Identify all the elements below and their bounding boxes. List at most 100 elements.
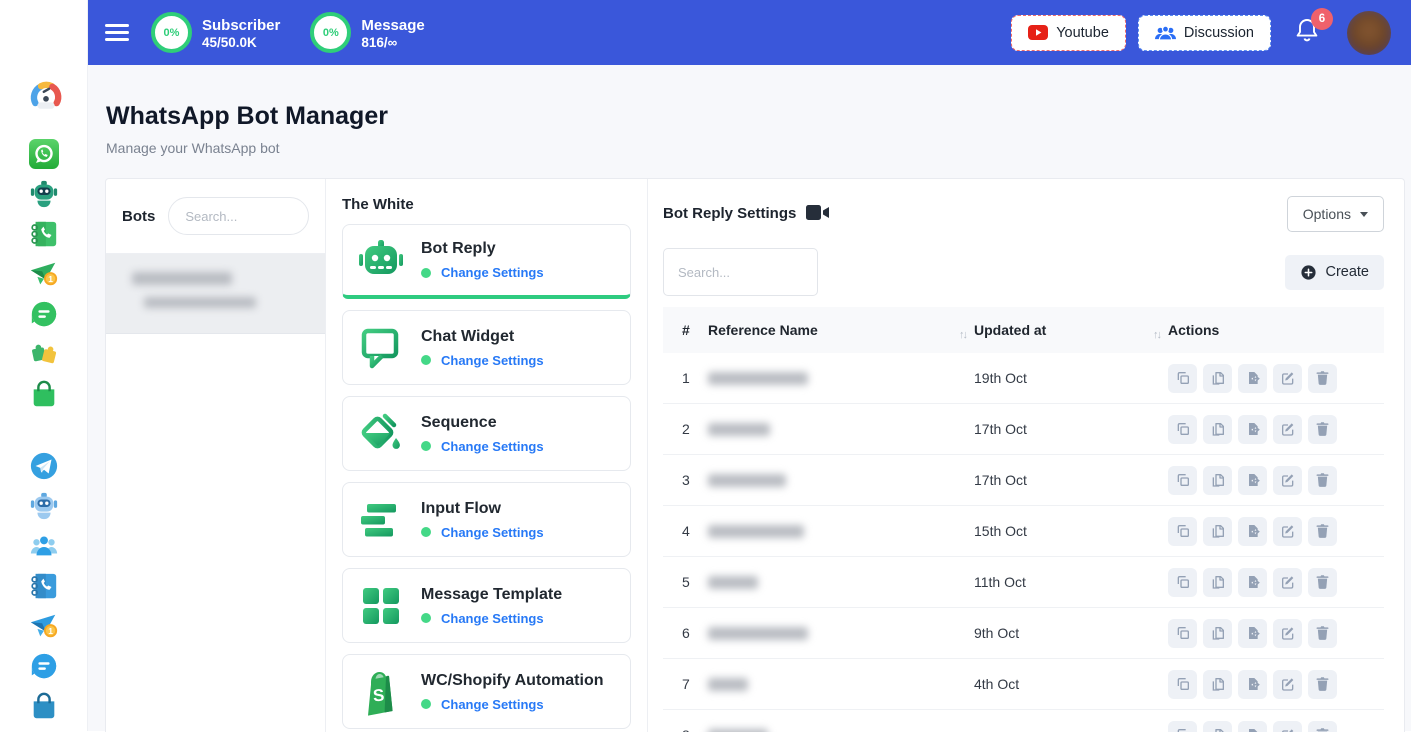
export-button[interactable] bbox=[1238, 517, 1267, 546]
telegram-chat-icon[interactable] bbox=[29, 651, 59, 681]
edit-button[interactable] bbox=[1273, 670, 1302, 699]
duplicate-button[interactable] bbox=[1168, 466, 1197, 495]
notifications-button[interactable]: 6 bbox=[1295, 17, 1319, 48]
copy-button[interactable] bbox=[1203, 364, 1232, 393]
change-settings-link[interactable]: Change Settings bbox=[441, 353, 544, 368]
whatsapp-broadcast-icon[interactable]: 1 bbox=[29, 259, 59, 289]
delete-button[interactable] bbox=[1308, 721, 1337, 732]
telegram-icon[interactable] bbox=[29, 451, 59, 481]
reference-name-redacted bbox=[708, 678, 748, 691]
module-card-chat-widget[interactable]: Chat Widget Change Settings bbox=[342, 310, 631, 385]
duplicate-button[interactable] bbox=[1168, 619, 1197, 648]
row-number: 7 bbox=[663, 676, 708, 692]
module-card-input-flow[interactable]: Input Flow Change Settings bbox=[342, 482, 631, 557]
duplicate-icon bbox=[1175, 472, 1191, 488]
options-button[interactable]: Options bbox=[1287, 196, 1384, 232]
copy-button[interactable] bbox=[1203, 415, 1232, 444]
change-settings-link[interactable]: Change Settings bbox=[441, 697, 544, 712]
settings-search-input[interactable] bbox=[663, 248, 818, 296]
delete-button[interactable] bbox=[1308, 364, 1337, 393]
create-button[interactable]: Create bbox=[1285, 255, 1384, 290]
telegram-store-icon[interactable] bbox=[29, 691, 59, 721]
edit-button[interactable] bbox=[1273, 721, 1302, 732]
copy-icon bbox=[1210, 421, 1226, 437]
copy-button[interactable] bbox=[1203, 721, 1232, 732]
bots-search-input[interactable] bbox=[168, 197, 309, 235]
copy-button[interactable] bbox=[1203, 517, 1232, 546]
sequence-icon bbox=[357, 410, 405, 458]
video-tutorial-icon[interactable] bbox=[806, 204, 830, 221]
export-button[interactable] bbox=[1238, 721, 1267, 732]
copy-button[interactable] bbox=[1203, 670, 1232, 699]
duplicate-button[interactable] bbox=[1168, 670, 1197, 699]
edit-button[interactable] bbox=[1273, 466, 1302, 495]
module-card-sequence[interactable]: Sequence Change Settings bbox=[342, 396, 631, 471]
export-button[interactable] bbox=[1238, 670, 1267, 699]
copy-button[interactable] bbox=[1203, 466, 1232, 495]
sort-updated-at-icon[interactable]: ↑↓ bbox=[1153, 329, 1168, 341]
export-button[interactable] bbox=[1238, 364, 1267, 393]
whatsapp-contacts-icon[interactable] bbox=[29, 219, 59, 249]
copy-icon bbox=[1210, 625, 1226, 641]
telegram-group-icon[interactable] bbox=[29, 531, 59, 561]
edit-button[interactable] bbox=[1273, 517, 1302, 546]
edit-button[interactable] bbox=[1273, 364, 1302, 393]
export-icon bbox=[1245, 472, 1261, 488]
duplicate-button[interactable] bbox=[1168, 721, 1197, 732]
copy-button[interactable] bbox=[1203, 568, 1232, 597]
export-button[interactable] bbox=[1238, 415, 1267, 444]
edit-icon bbox=[1280, 676, 1296, 692]
duplicate-icon bbox=[1175, 421, 1191, 437]
telegram-contacts-icon[interactable] bbox=[29, 571, 59, 601]
delete-button[interactable] bbox=[1308, 619, 1337, 648]
duplicate-button[interactable] bbox=[1168, 568, 1197, 597]
status-dot bbox=[421, 613, 431, 623]
whatsapp-icon[interactable] bbox=[29, 139, 59, 169]
trash-icon bbox=[1315, 370, 1330, 386]
bot-modules-panel: The White Bot Reply bbox=[325, 179, 648, 732]
edit-icon bbox=[1280, 472, 1296, 488]
change-settings-link[interactable]: Change Settings bbox=[441, 525, 544, 540]
change-settings-link[interactable]: Change Settings bbox=[441, 439, 544, 454]
change-settings-link[interactable]: Change Settings bbox=[441, 611, 544, 626]
integrations-icon[interactable] bbox=[29, 339, 59, 369]
table-row: 6 9th Oct bbox=[663, 608, 1384, 659]
duplicate-button[interactable] bbox=[1168, 517, 1197, 546]
row-number: 1 bbox=[663, 370, 708, 386]
telegram-broadcast-icon[interactable]: 1 bbox=[29, 611, 59, 641]
telegram-bot-icon[interactable] bbox=[29, 491, 59, 521]
edit-button[interactable] bbox=[1273, 619, 1302, 648]
export-icon bbox=[1245, 370, 1261, 386]
delete-button[interactable] bbox=[1308, 670, 1337, 699]
duplicate-button[interactable] bbox=[1168, 364, 1197, 393]
edit-button[interactable] bbox=[1273, 568, 1302, 597]
delete-button[interactable] bbox=[1308, 517, 1337, 546]
youtube-button[interactable]: Youtube bbox=[1011, 15, 1126, 51]
delete-button[interactable] bbox=[1308, 568, 1337, 597]
sort-reference-name-icon[interactable]: ↑↓ bbox=[959, 329, 974, 341]
copy-button[interactable] bbox=[1203, 619, 1232, 648]
export-button[interactable] bbox=[1238, 619, 1267, 648]
dashboard-gauge-icon[interactable] bbox=[29, 79, 59, 109]
module-card-message-template[interactable]: Message Template Change Settings bbox=[342, 568, 631, 643]
whatsapp-bot-icon[interactable] bbox=[29, 179, 59, 209]
edit-button[interactable] bbox=[1273, 415, 1302, 444]
export-button[interactable] bbox=[1238, 568, 1267, 597]
menu-toggle-icon[interactable] bbox=[105, 20, 129, 46]
discussion-button[interactable]: Discussion bbox=[1138, 15, 1271, 51]
delete-button[interactable] bbox=[1308, 415, 1337, 444]
whatsapp-chat-icon[interactable] bbox=[29, 299, 59, 329]
youtube-icon bbox=[1028, 25, 1048, 40]
duplicate-button[interactable] bbox=[1168, 415, 1197, 444]
change-settings-link[interactable]: Change Settings bbox=[441, 265, 544, 280]
bot-list-item-selected[interactable] bbox=[106, 254, 325, 334]
trash-icon bbox=[1315, 676, 1330, 692]
delete-button[interactable] bbox=[1308, 466, 1337, 495]
module-card-bot-reply[interactable]: Bot Reply Change Settings bbox=[342, 224, 631, 299]
export-button[interactable] bbox=[1238, 466, 1267, 495]
page-subtitle: Manage your WhatsApp bot bbox=[106, 140, 1411, 156]
avatar[interactable] bbox=[1347, 11, 1391, 55]
whatsapp-store-icon[interactable] bbox=[29, 379, 59, 409]
module-card-shopify[interactable]: S WC/Shopify Automation Change Settings bbox=[342, 654, 631, 729]
reference-name-redacted bbox=[708, 525, 804, 538]
